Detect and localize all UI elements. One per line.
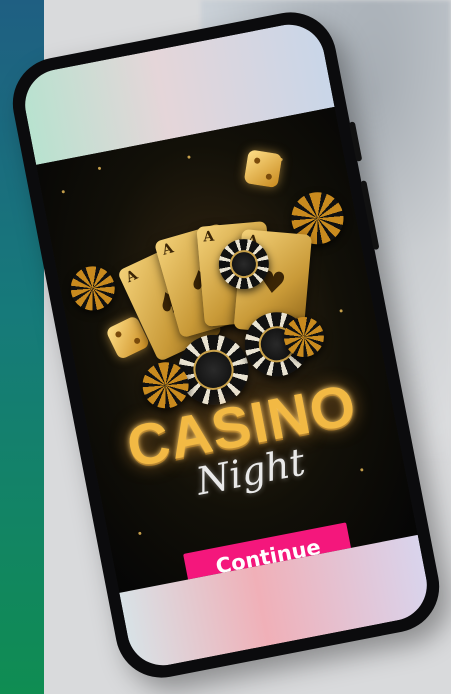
card-rank: A: [202, 228, 215, 246]
sparkle: [187, 155, 191, 159]
casino-night-banner: A ♠ A ♠ A ♥ A ♥: [36, 106, 418, 593]
sparkle: [61, 189, 66, 194]
card-rank: A: [160, 240, 176, 259]
dice-icon: [243, 149, 283, 189]
sparkle: [97, 166, 102, 171]
sparkle: [138, 531, 142, 536]
poker-chip-icon: [66, 262, 119, 315]
card-rank: A: [123, 267, 141, 287]
sparkle: [339, 309, 343, 313]
